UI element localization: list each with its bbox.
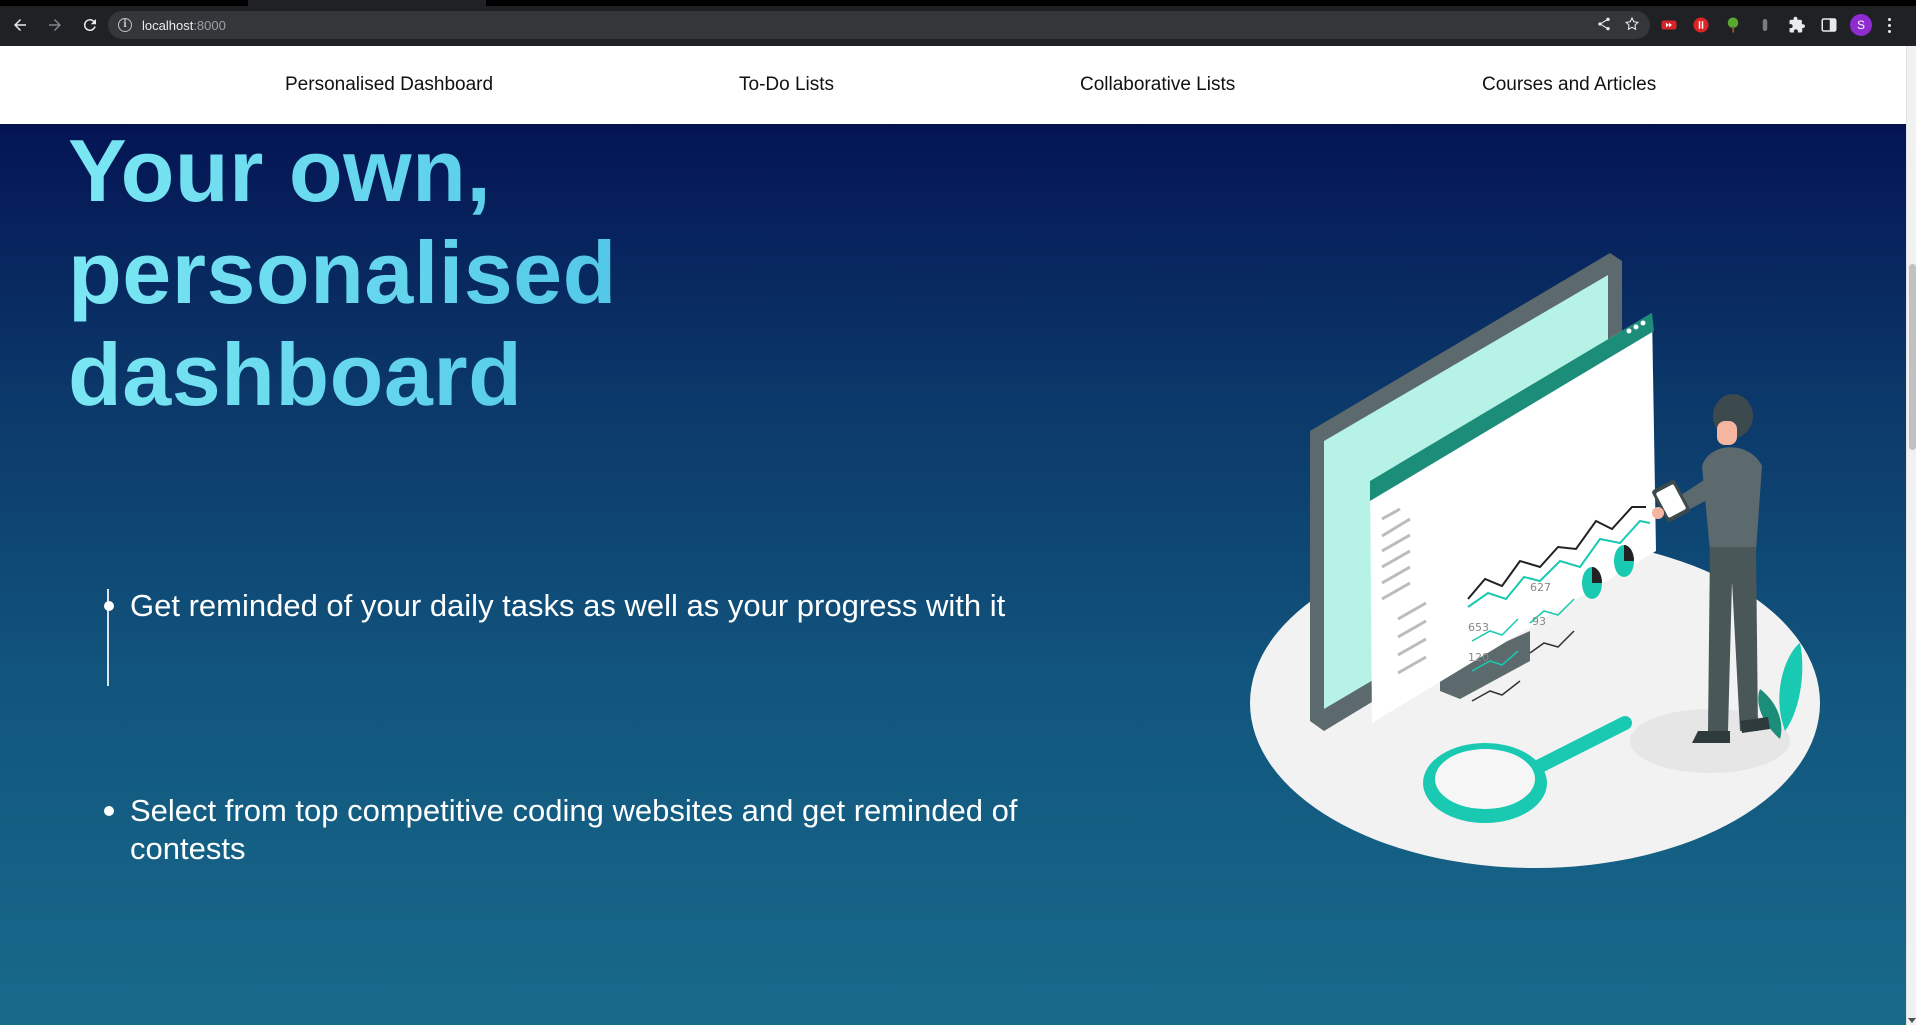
nav-personalised-dashboard[interactable]: Personalised Dashboard <box>285 74 493 96</box>
dashboard-illustration: 627 653 93 120 <box>1250 253 1820 868</box>
forward-arrow-icon <box>49 19 61 31</box>
browser-menu-icon[interactable] <box>1882 14 1896 36</box>
address-bar[interactable]: i localhost:8000 <box>108 11 1650 39</box>
bullet-icon <box>104 601 114 611</box>
scrollbar-thumb[interactable] <box>1909 264 1916 450</box>
site-navbar: Personalised Dashboard To-Do Lists Colla… <box>0 46 1906 124</box>
bullet-icon <box>104 806 114 816</box>
scroll-down-arrow-icon[interactable] <box>1908 1018 1916 1023</box>
url-text[interactable]: localhost:8000 <box>142 18 226 33</box>
extension-grey-icon[interactable] <box>1754 14 1776 36</box>
extensions-area: S <box>1658 6 1896 44</box>
page-scrollbar[interactable] <box>1906 46 1916 1025</box>
hero-title: Your own, personalised dashboard <box>68 120 1048 426</box>
profile-avatar[interactable]: S <box>1850 14 1872 36</box>
feature-item: Get reminded of your daily tasks as well… <box>104 587 1064 625</box>
extension-stop-icon[interactable] <box>1690 14 1712 36</box>
nav-todo-lists[interactable]: To-Do Lists <box>739 74 834 96</box>
url-port: :8000 <box>193 17 226 33</box>
nav-courses-and-articles[interactable]: Courses and Articles <box>1482 74 1656 96</box>
browser-chrome: i localhost:8000 S <box>0 0 1916 46</box>
forward-button[interactable] <box>40 10 70 40</box>
stat-label: 93 <box>1532 615 1546 628</box>
magnifier-glass <box>1435 749 1535 809</box>
back-arrow-icon <box>14 19 26 31</box>
browser-toolbar: i localhost:8000 <box>0 6 1916 44</box>
side-panel-icon[interactable] <box>1818 14 1840 36</box>
feature-item: Select from top competitive coding websi… <box>104 792 1064 868</box>
stat-label: 627 <box>1530 581 1551 594</box>
stat-label: 653 <box>1468 621 1489 634</box>
url-host: localhost <box>142 17 194 33</box>
site-info-icon[interactable]: i <box>118 18 132 32</box>
nav-collaborative-lists[interactable]: Collaborative Lists <box>1080 74 1235 96</box>
back-button[interactable] <box>5 10 35 40</box>
stat-label: 120 <box>1468 651 1489 664</box>
reload-icon <box>83 19 96 32</box>
reload-button[interactable] <box>75 10 105 40</box>
bookmark-star-icon[interactable] <box>1624 16 1640 32</box>
extension-tree-icon[interactable] <box>1722 14 1744 36</box>
feature-text: Select from top competitive coding websi… <box>130 793 1018 866</box>
feature-text: Get reminded of your daily tasks as well… <box>130 588 1006 623</box>
extensions-puzzle-icon[interactable] <box>1786 14 1808 36</box>
page-viewport: Personalised Dashboard To-Do Lists Colla… <box>0 46 1906 1025</box>
extension-red-icon[interactable] <box>1658 14 1680 36</box>
share-icon[interactable] <box>1596 16 1612 32</box>
